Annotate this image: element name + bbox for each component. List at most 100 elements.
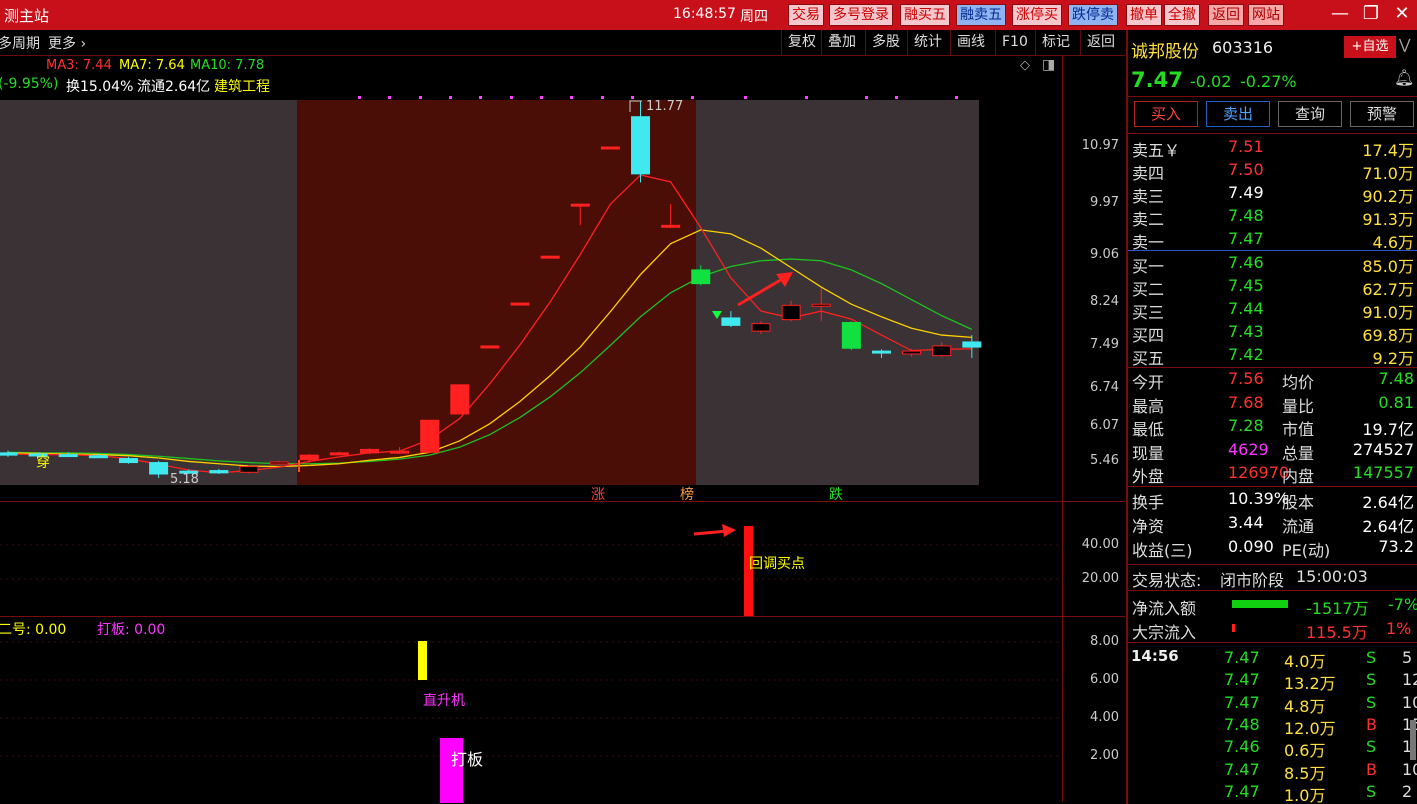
tick-row: 7.47 1.0万 S 2 xyxy=(1132,781,1416,804)
kline-chart-svg xyxy=(0,96,982,485)
title-button-5[interactable]: 跌停卖 xyxy=(1068,4,1118,26)
ask-row[interactable]: 卖一 7.47 4.6万 xyxy=(1132,228,1416,252)
stat2-row: 净资 3.44 流通 2.64亿 xyxy=(1132,512,1416,536)
stat-value: 147557 xyxy=(1352,463,1414,482)
candle-body xyxy=(631,116,651,175)
bid-row[interactable]: 买二 7.45 62.7万 xyxy=(1132,275,1416,299)
tick-side: S xyxy=(1366,781,1377,801)
title-button-0[interactable]: 交易 xyxy=(788,4,824,26)
diamond-icon[interactable]: ◇ xyxy=(1020,58,1030,73)
toolbar-tab-6[interactable]: 标记 xyxy=(1035,30,1076,55)
toolbar-tab-2[interactable]: 多股 xyxy=(865,30,906,55)
price-tick-5: 6.74 xyxy=(1090,379,1119,395)
title-button-9[interactable]: 网站 xyxy=(1248,4,1284,26)
candle-body xyxy=(932,345,952,357)
stat-label: 外盘 xyxy=(1132,467,1165,486)
title-bar: 测主站 16:48:57 周四 交易 多号登录 融买五 融卖五 涨停买 跌停卖 撤单 全撤 返回… xyxy=(0,0,1417,30)
toolbar-tab-3[interactable]: 统计 xyxy=(907,30,948,55)
stat-value: 10.39% xyxy=(1228,489,1290,508)
candle-body xyxy=(239,466,259,473)
da-ban-legend: 打板: 0.00 xyxy=(97,622,166,638)
clock: 16:48:57 xyxy=(673,6,736,22)
restore-icon[interactable]: ❐ xyxy=(1357,3,1385,24)
bell-icon[interactable]: 🔔︎ xyxy=(1394,68,1414,87)
minimize-icon[interactable]: — xyxy=(1326,3,1354,24)
close-icon[interactable]: ✕ xyxy=(1388,3,1416,24)
tick-count: 10 xyxy=(1402,759,1417,779)
float-cap-label: 流通2.64亿 xyxy=(137,79,211,95)
candle-body xyxy=(299,454,319,461)
add-watchlist-button[interactable]: +自选 xyxy=(1344,36,1396,58)
query-button[interactable]: 查询 xyxy=(1278,101,1342,127)
sell-button[interactable]: 卖出 xyxy=(1206,101,1270,127)
ask-row[interactable]: 卖二 7.48 91.3万 xyxy=(1132,205,1416,229)
bid-price: 7.43 xyxy=(1228,322,1264,341)
divider xyxy=(1128,642,1417,643)
ask-label: 卖二 xyxy=(1132,210,1165,229)
strategy-indicator-panel[interactable]: 二号: 0.00 打板: 0.00 直升机 打板 8.00 6.00 4.00 … xyxy=(0,616,1125,803)
ask-row[interactable]: 卖三 7.49 90.2万 xyxy=(1132,182,1416,206)
candle-body xyxy=(269,461,289,465)
quote-panel: 诚邦股份 603316 +自选 ⋁ 7.47 -0.02 -0.27% 🔔︎ 买… xyxy=(1126,30,1417,804)
bid-volume: 69.8万 xyxy=(1362,326,1414,345)
stat-value: 4629 xyxy=(1228,439,1269,459)
candle-body xyxy=(600,146,620,150)
sub1-tick-40: 40.00 xyxy=(1081,537,1119,552)
bid-label: 买二 xyxy=(1132,280,1165,299)
stat-value: 7.68 xyxy=(1228,392,1264,412)
alert-button[interactable]: 预警 xyxy=(1350,101,1414,127)
toolbar-tab-5[interactable]: F10 xyxy=(995,30,1034,55)
tick-price: 7.47 xyxy=(1224,670,1260,690)
bid-volume: 91.0万 xyxy=(1362,303,1414,322)
stat-label: 量比 xyxy=(1282,396,1315,416)
price-change: -0.02 xyxy=(1190,72,1232,91)
toolbar-tab-7[interactable]: 返回 xyxy=(1080,30,1121,55)
title-button-4[interactable]: 涨停买 xyxy=(1012,4,1062,26)
tick-count: 2 xyxy=(1402,781,1413,801)
ask-price: 7.51 xyxy=(1228,137,1264,156)
toolbar-tab-0[interactable]: 复权 xyxy=(781,30,822,55)
high-price-label: 11.77 xyxy=(646,99,684,114)
tick-scrollbar[interactable] xyxy=(1410,720,1416,760)
more-label: 更多 xyxy=(48,36,76,52)
title-button-8[interactable]: 返回 xyxy=(1208,4,1244,26)
trade-status-time: 15:00:03 xyxy=(1296,567,1368,586)
candle-body xyxy=(58,454,78,458)
candle xyxy=(420,419,440,453)
signal-indicator-svg xyxy=(0,524,1062,617)
title-button-6[interactable]: 撤单 xyxy=(1126,4,1162,26)
bid-row[interactable]: 买五 7.42 9.2万 xyxy=(1132,344,1416,368)
candle-body xyxy=(661,224,681,228)
title-button-3[interactable]: 融卖五 xyxy=(956,4,1006,26)
multi-period-button[interactable]: 多周期 xyxy=(0,33,40,53)
top-marker-dot xyxy=(691,96,694,99)
sub2-tick-6: 6.00 xyxy=(1090,672,1119,687)
bid-volume: 9.2万 xyxy=(1372,349,1414,368)
stat-label: 最低 xyxy=(1132,420,1165,439)
stat-value: 7.28 xyxy=(1228,416,1264,435)
sub2-tick-4: 4.00 xyxy=(1090,710,1119,725)
signal-indicator-panel[interactable]: 回调买点 40.00 20.00 xyxy=(0,501,1125,617)
toolbar-tab-4[interactable]: 画线 xyxy=(950,30,991,55)
bid-row[interactable]: 买四 7.43 69.8万 xyxy=(1132,321,1416,345)
title-button-1[interactable]: 多号登录 xyxy=(829,4,893,26)
more-button[interactable]: 更多 › xyxy=(48,33,86,53)
orderbook-divider xyxy=(1128,250,1417,251)
title-button-7[interactable]: 全撤 xyxy=(1164,4,1200,26)
candle xyxy=(359,448,379,454)
stat-label: 最高 xyxy=(1132,396,1165,416)
title-button-2[interactable]: 融买五 xyxy=(900,4,950,26)
toolbar-tab-1[interactable]: 叠加 xyxy=(821,30,862,55)
panel-toggle-icon[interactable]: ◨ xyxy=(1042,57,1055,73)
ma3-legend: MA3: 7.44 xyxy=(46,58,112,73)
block-inflow-value: 115.5万 xyxy=(1306,623,1368,642)
ask-row[interactable]: 卖四 7.50 71.0万 xyxy=(1132,159,1416,183)
bid-row[interactable]: 买三 7.44 91.0万 xyxy=(1132,298,1416,322)
panel-menu-icon[interactable]: ⋁ xyxy=(1399,37,1410,53)
kline-chart-panel[interactable]: MA3: 7.44 MA7: 7.64 MA10: 7.78 (-9.95%) … xyxy=(0,56,1125,503)
buy-button[interactable]: 买入 xyxy=(1134,101,1198,127)
divider xyxy=(1128,564,1417,565)
weekday: 周四 xyxy=(740,9,768,25)
bid-row[interactable]: 买一 7.46 85.0万 xyxy=(1132,252,1416,276)
ask-row[interactable]: 卖五￥ 7.51 17.4万 xyxy=(1132,136,1416,160)
